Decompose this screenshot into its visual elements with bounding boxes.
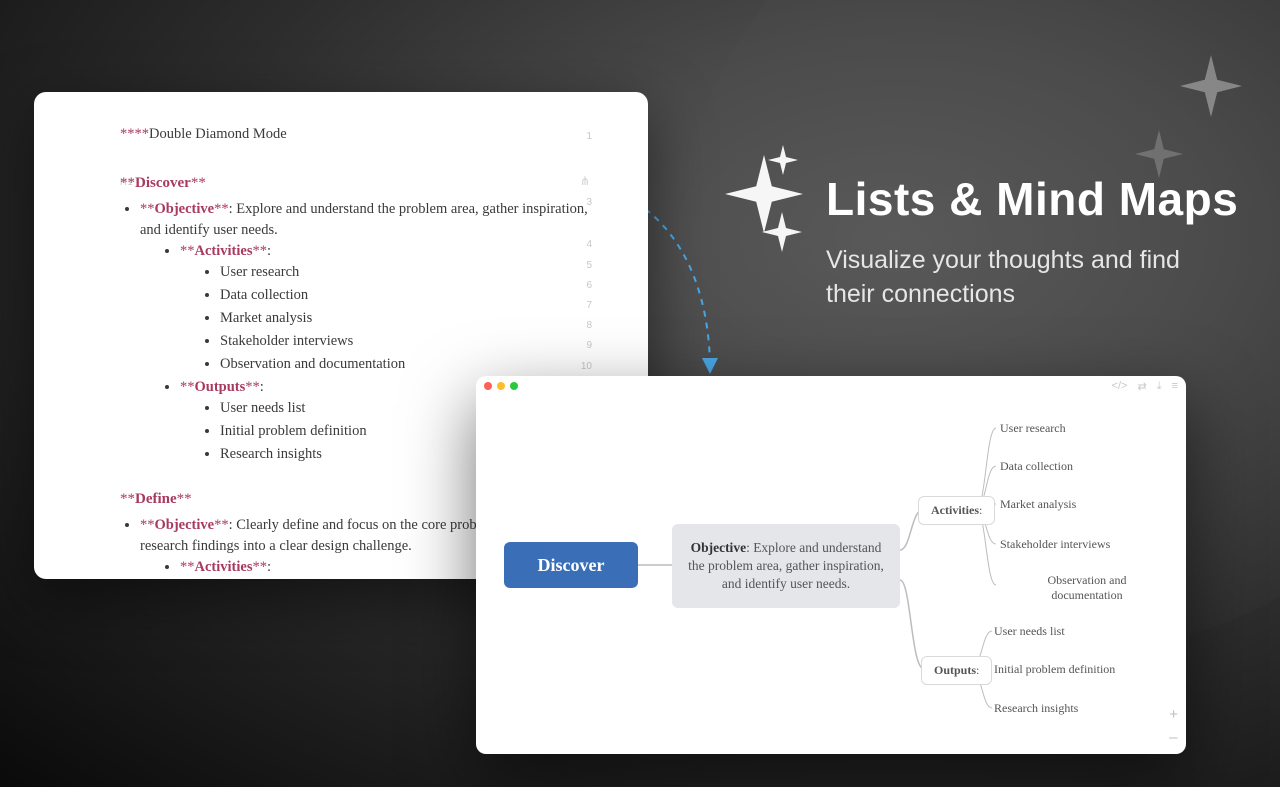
- mindmap-leaf[interactable]: Data collection: [1000, 459, 1073, 474]
- mindmap-leaf[interactable]: Market analysis: [1000, 497, 1076, 512]
- list-item: Observation and documentation: [220, 354, 590, 375]
- line-number: 3: [586, 196, 592, 211]
- mindmap-activities-node[interactable]: Activities:: [918, 496, 995, 525]
- list-item: Data collection: [220, 285, 590, 306]
- list-item: User research: [220, 262, 590, 283]
- mindmap-outputs-node[interactable]: Outputs:: [921, 656, 992, 685]
- mindmap-canvas[interactable]: Discover Objective: Explore and understa…: [476, 376, 1186, 754]
- mindmap-card[interactable]: </> ⇄ ⤓ ≡ Discover Objective: Explore an…: [476, 376, 1186, 754]
- list-item: **Activities**: 5 6 7 8 9 User research …: [180, 241, 590, 375]
- zoom-out-button[interactable]: –: [1169, 729, 1178, 746]
- sparkle-icon: [762, 212, 802, 252]
- mindmap-objective-node[interactable]: Objective: Explore and understand the pr…: [672, 524, 900, 608]
- document-title-line: ****Double Diamond Mode: [120, 124, 590, 145]
- sparkle-icon: [1135, 130, 1183, 178]
- mindmap-leaf[interactable]: Research insights: [994, 701, 1078, 716]
- zoom-controls: + –: [1169, 706, 1178, 746]
- sparkle-icon: [1180, 55, 1242, 117]
- mindmap-leaf[interactable]: Stakeholder interviews: [1000, 537, 1110, 552]
- sparkle-icon: [768, 145, 798, 175]
- zoom-in-button[interactable]: +: [1169, 706, 1178, 723]
- mindmap-leaf[interactable]: Initial problem definition: [994, 662, 1115, 677]
- hero-title: Lists & Mind Maps: [826, 172, 1238, 226]
- section-heading-discover: **Discover** ⋔: [120, 173, 590, 195]
- mindmap-leaf[interactable]: User research: [1000, 421, 1066, 436]
- share-icon[interactable]: ⋔: [580, 173, 590, 190]
- mindmap-root-node[interactable]: Discover: [504, 542, 638, 588]
- line-number: 1: [586, 130, 592, 145]
- hero-text: Lists & Mind Maps Visualize your thought…: [826, 172, 1238, 312]
- mindmap-leaf[interactable]: User needs list: [994, 624, 1065, 639]
- hero-subtitle: Visualize your thoughts and find their c…: [826, 244, 1226, 312]
- list-item: Market analysis: [220, 308, 590, 329]
- mindmap-leaf[interactable]: Observation and documentation: [1032, 573, 1142, 603]
- list-item: Stakeholder interviews: [220, 331, 590, 352]
